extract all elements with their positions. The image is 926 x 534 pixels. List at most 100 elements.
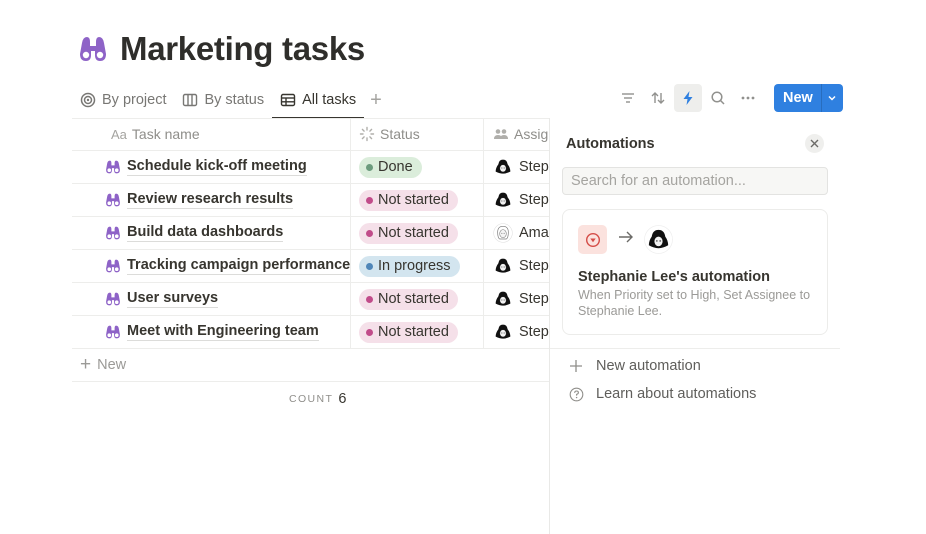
tab-all-tasks[interactable]: All tasks [272,82,365,119]
filter-button[interactable] [614,84,642,112]
new-dropdown-button[interactable] [820,84,843,112]
status-badge[interactable]: In progress [359,255,460,277]
task-name-cell[interactable]: Meet with Engineering team [72,316,351,348]
text-property-icon: Aa [111,126,127,142]
tab-label: By project [102,92,167,108]
status-cell[interactable]: Not started [351,283,484,315]
filter-icon [622,93,634,103]
tab-by-project[interactable]: By project [72,82,174,118]
column-header-task-name[interactable]: Aa Task name [72,118,351,150]
status-cell[interactable]: Not started [351,217,484,249]
binoculars-icon [106,226,120,240]
lightning-icon [683,91,693,105]
search-button[interactable] [704,84,732,112]
more-icon [741,96,755,100]
page-header: Marketing tasks [78,30,365,68]
sort-button[interactable] [644,84,672,112]
help-icon [567,387,585,402]
assignee-cell[interactable]: Step [484,283,550,315]
menu-label: Learn about automations [596,386,757,402]
tab-by-status[interactable]: By status [174,82,272,118]
task-name[interactable]: Build data dashboards [127,224,284,242]
status-dot [366,295,373,303]
task-name[interactable]: Schedule kick-off meeting [127,158,307,176]
status-dot [366,262,373,270]
table-header: Aa Task name Status Assig [72,118,550,151]
status-cell[interactable]: Not started [351,184,484,216]
status-badge[interactable]: Done [359,156,422,178]
status-badge[interactable]: Not started [359,189,458,211]
status-dot [366,163,373,171]
column-header-status[interactable]: Status [351,118,484,150]
plus-icon: + [80,354,92,375]
task-name-cell[interactable]: Build data dashboards [72,217,351,249]
tasks-table: Aa Task name Status Assig Schedule kick-… [72,118,550,416]
search-icon [711,91,725,105]
new-automation-button[interactable]: New automation [567,358,701,374]
avatar [493,256,513,276]
avatar [493,322,513,342]
add-row-button[interactable]: + New [72,349,550,382]
table-row[interactable]: Schedule kick-off meeting Done Step [72,151,550,184]
table-row[interactable]: Meet with Engineering team Not started Ste… [72,316,550,349]
status-badge[interactable]: Not started [359,288,458,310]
more-button[interactable] [734,84,762,112]
task-name[interactable]: Review research results [127,191,294,209]
task-name-cell[interactable]: User surveys [72,283,351,315]
avatar [644,225,673,254]
view-tabs: By project By status All tasks + [72,82,388,119]
status-cell[interactable]: Not started [351,316,484,348]
assignee-name: Step [519,291,549,307]
task-name-cell[interactable]: Review research results [72,184,351,216]
status-dot [366,229,373,237]
status-cell[interactable]: Done [351,151,484,183]
add-view-button[interactable]: + [364,89,388,112]
task-name-cell[interactable]: Schedule kick-off meeting [72,151,351,183]
assignee-cell[interactable]: Step [484,151,550,183]
status-icon [359,126,375,142]
table-icon [280,93,296,107]
table-row[interactable]: Build data dashboards Not started Amay [72,217,550,250]
count-label: COUNT [289,393,334,405]
board-icon [183,93,198,107]
panel-title: Automations [566,136,655,152]
status-dot [366,328,373,336]
count-footer[interactable]: COUNT 6 [72,382,550,416]
automation-title: Stephanie Lee's automation [578,269,770,285]
table-row[interactable]: User surveys Not started Step [72,283,550,316]
status-dot [366,196,373,204]
close-panel-button[interactable] [805,134,824,153]
binoculars-icon [106,193,120,207]
task-name[interactable]: Tracking campaign performance [127,257,350,275]
toolbar: New [614,84,843,112]
status-cell[interactable]: In progress [351,250,484,282]
automation-card[interactable]: Stephanie Lee's automation When Priority… [562,209,828,335]
automations-button[interactable] [674,84,702,112]
automation-search-input[interactable] [562,167,828,195]
learn-about-automations-link[interactable]: Learn about automations [567,386,756,402]
avatar [493,157,513,177]
assignee-name: Step [519,192,549,208]
assignee-cell[interactable]: Amay [484,217,550,249]
trigger-icon-box [578,225,607,254]
binoculars-icon [80,37,106,61]
new-button-group: New [774,84,843,112]
assignee-cell[interactable]: Step [484,184,550,216]
table-row[interactable]: Review research results Not started Step [72,184,550,217]
column-header-assignee[interactable]: Assig [484,118,550,150]
status-badge[interactable]: Not started [359,321,458,343]
arrow-right-icon [619,231,633,243]
column-label: Status [380,126,420,142]
task-name[interactable]: User surveys [127,290,219,308]
task-name[interactable]: Meet with Engineering team [127,323,319,341]
assignee-name: Step [519,258,549,274]
binoculars-icon [106,259,120,273]
assignee-name: Step [519,324,549,340]
count-value: 6 [338,391,347,407]
task-name-cell[interactable]: Tracking campaign performance [72,250,351,282]
new-button[interactable]: New [774,84,821,112]
table-row[interactable]: Tracking campaign performance In progress… [72,250,550,283]
assignee-cell[interactable]: Step [484,316,550,348]
assignee-cell[interactable]: Step [484,250,550,282]
status-badge[interactable]: Not started [359,222,458,244]
